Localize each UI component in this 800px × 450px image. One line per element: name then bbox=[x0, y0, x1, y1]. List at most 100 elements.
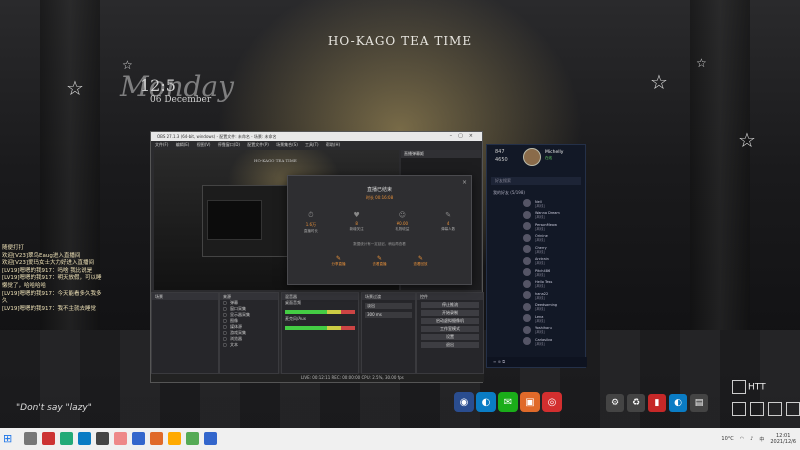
windows-start-icon[interactable]: ⊞ bbox=[3, 433, 15, 445]
wifi-icon[interactable]: ◠ bbox=[740, 436, 744, 442]
obs-menubar: 文件(F) 编辑(E) 视图(V) 停靠窗口(D) 配置文件(P) 场景集合(S… bbox=[151, 141, 482, 148]
comment-icon: ✎ bbox=[445, 211, 452, 219]
start-recording-button[interactable]: 开始录制 bbox=[421, 310, 479, 316]
volume-meter[interactable] bbox=[285, 310, 355, 314]
edge-icon[interactable]: ◐ bbox=[669, 394, 687, 412]
friend-status: [离线] bbox=[535, 330, 545, 335]
settings-icon[interactable]: ⚙ bbox=[606, 394, 624, 412]
friend-item[interactable]: Arctrain [离线] bbox=[487, 256, 585, 268]
view-live-button[interactable]: ✎ 去看直播 bbox=[373, 255, 387, 267]
app-icon[interactable]: ▮ bbox=[648, 394, 666, 412]
friend-status: [离线] bbox=[535, 215, 545, 220]
folder-icon[interactable]: ▤ bbox=[690, 394, 708, 412]
friend-item[interactable]: Deedsaming [离线] bbox=[487, 302, 585, 314]
friend-item[interactable]: PersonMeow [离线] bbox=[487, 221, 585, 233]
friend-item[interactable]: Orinine [离线] bbox=[487, 233, 585, 245]
friend-status: [离线] bbox=[535, 261, 545, 266]
desktop-icon-row: ⚙ ♻ ▮ ◐ ▤ bbox=[606, 394, 708, 412]
duration-input[interactable]: 300 ms bbox=[365, 312, 412, 318]
transition-select[interactable]: 淡出 bbox=[365, 303, 412, 309]
exit-button[interactable]: 退出 bbox=[421, 342, 479, 348]
scenes-dock: 场景 bbox=[151, 292, 219, 374]
weather-text[interactable]: 10°C bbox=[721, 436, 733, 442]
edge-icon[interactable]: ◐ bbox=[476, 392, 496, 412]
guitar-icon[interactable] bbox=[750, 402, 764, 416]
recycle-bin-icon[interactable]: ♻ bbox=[627, 394, 645, 412]
app-icon[interactable] bbox=[60, 432, 73, 445]
edge-icon[interactable] bbox=[78, 432, 91, 445]
source-item[interactable]: 文本 bbox=[220, 342, 278, 348]
chat-line: [LV19]嗯嗯的我917：我不主就去睡觉 bbox=[2, 305, 97, 312]
app-icon[interactable] bbox=[150, 432, 163, 445]
friend-item[interactable]: Nell [离线] bbox=[487, 198, 585, 210]
friend-item[interactable]: Wanna Dream [离线] bbox=[487, 210, 585, 222]
wechat-icon[interactable]: ✉ bbox=[498, 392, 518, 412]
taskbar: ⊞ 10°C ◠ ♪ 中 12:01 2021/12/6 bbox=[0, 428, 800, 450]
stat-value: 8 bbox=[355, 221, 358, 226]
menu-item[interactable]: 场景集合(S) bbox=[276, 142, 298, 147]
menu-item[interactable]: 帮助(H) bbox=[326, 142, 340, 147]
taskbar-clock[interactable]: 12:01 2021/12/6 bbox=[770, 433, 796, 445]
folder-icon[interactable] bbox=[168, 432, 181, 445]
friend-item[interactable]: Carlasilva [离线] bbox=[487, 336, 585, 348]
friend-group-header[interactable]: 我的好友 (5/198) bbox=[487, 185, 585, 198]
friend-item[interactable]: hana22 [离线] bbox=[487, 290, 585, 302]
app-icon[interactable] bbox=[204, 432, 217, 445]
menu-item[interactable]: 编辑(E) bbox=[176, 142, 190, 147]
friend-item[interactable]: Lena [离线] bbox=[487, 313, 585, 325]
action-label: 去看直播 bbox=[372, 262, 387, 266]
friend-item[interactable]: Hello Tess [离线] bbox=[487, 279, 585, 291]
qq-icon[interactable] bbox=[132, 432, 145, 445]
settings-button[interactable]: 设置 bbox=[421, 334, 479, 340]
friend-item[interactable]: Cherry [离线] bbox=[487, 244, 585, 256]
app-icon[interactable]: ▣ bbox=[520, 392, 540, 412]
friend-status: [离线] bbox=[535, 226, 545, 231]
transitions-dock-title: 场景过渡 bbox=[362, 293, 415, 300]
friend-item[interactable]: Yoshiharu [离线] bbox=[487, 325, 585, 337]
view-replay-button[interactable]: ✎ 查看回放 bbox=[414, 255, 428, 267]
stop-stream-button[interactable]: 停止推流 bbox=[421, 302, 479, 308]
search-icon[interactable] bbox=[24, 432, 37, 445]
friend-item[interactable]: Pitch486 [离线] bbox=[487, 267, 585, 279]
scenes-dock-title: 场景 bbox=[152, 293, 218, 300]
ime-indicator[interactable]: 中 bbox=[759, 436, 764, 443]
obs-titlebar[interactable]: OBS 27.1.3 (64-bit, windows) - 配置文件: 未命名… bbox=[151, 132, 482, 141]
stat-cell: ♥ 8 新增关注 bbox=[339, 211, 375, 234]
qq-status[interactable]: 在线 bbox=[545, 156, 552, 161]
app-icon[interactable] bbox=[186, 432, 199, 445]
stat-value: 1.6万 bbox=[305, 222, 317, 227]
avatar[interactable] bbox=[523, 148, 541, 166]
guitar-icon[interactable] bbox=[786, 402, 800, 416]
virtual-camera-button[interactable]: 启动虚拟摄像机 bbox=[421, 318, 479, 324]
volume-icon[interactable]: ♪ bbox=[750, 436, 753, 442]
netease-music-icon[interactable]: ◎ bbox=[542, 392, 562, 412]
studio-mode-button[interactable]: 工作室模式 bbox=[421, 326, 479, 332]
stat-value: 4 bbox=[446, 221, 450, 226]
app-icon[interactable] bbox=[114, 432, 127, 445]
obs-icon[interactable] bbox=[96, 432, 109, 445]
guitar-icon[interactable] bbox=[768, 402, 782, 416]
menu-item[interactable]: 文件(F) bbox=[155, 142, 168, 147]
gift-icon: ☺ bbox=[398, 211, 407, 219]
close-icon[interactable]: × bbox=[462, 179, 467, 186]
menu-item[interactable]: 工具(T) bbox=[305, 142, 319, 147]
qq-username: Michelly bbox=[545, 150, 564, 155]
menu-item[interactable]: 停靠窗口(D) bbox=[218, 142, 240, 147]
menu-item[interactable]: 视图(V) bbox=[197, 142, 211, 147]
guitar-icon[interactable] bbox=[732, 402, 746, 416]
action-label: 查看回放 bbox=[413, 262, 428, 266]
qq-stat: 4650 bbox=[495, 157, 508, 163]
stats-note: 数据统计有一定延迟，稍后再查看 bbox=[353, 242, 406, 246]
friend-search-input[interactable]: 好友搜索 bbox=[491, 177, 581, 185]
window-controls[interactable]: –▢× bbox=[450, 132, 479, 141]
edit-icon: ✎ bbox=[376, 255, 383, 262]
app-icon[interactable] bbox=[42, 432, 55, 445]
volume-meter[interactable] bbox=[285, 326, 355, 330]
sources-dock: 来源 弹幕 窗口采集 显示器采集 图像 媒体源 游戏采集 浏览器 文本 bbox=[219, 292, 279, 374]
menu-item[interactable]: 配置文件(P) bbox=[247, 142, 269, 147]
share-live-button[interactable]: ✎ 分享直播 bbox=[332, 255, 346, 267]
mixer-dock-title: 混音器 bbox=[282, 293, 358, 300]
qq-bottom-toolbar[interactable]: ≡ ⊕ ⧉ bbox=[487, 357, 587, 367]
steam-icon[interactable]: ◉ bbox=[454, 392, 474, 412]
qq-friend-panel[interactable]: 847 4650 Michelly 在线 好友搜索 我的好友 (5/198) N… bbox=[486, 144, 587, 368]
